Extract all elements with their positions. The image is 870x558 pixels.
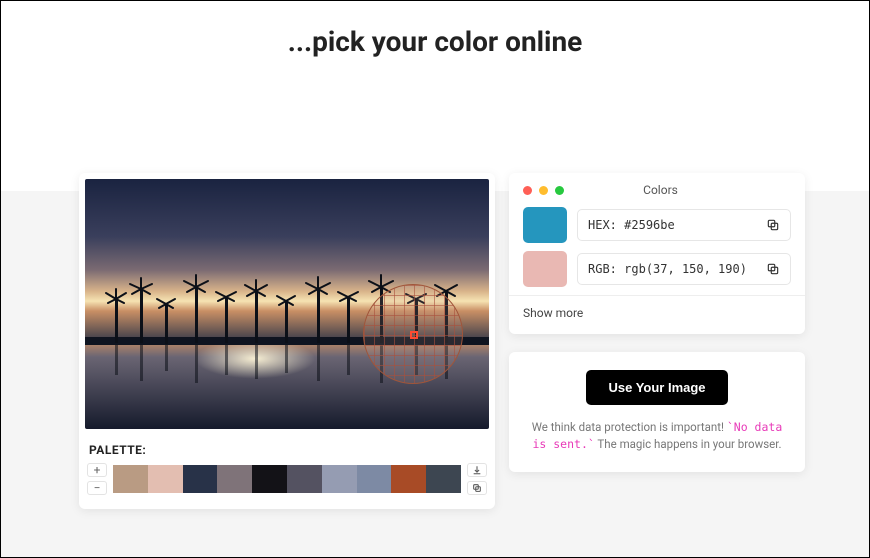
palette-swatch[interactable]: [426, 465, 461, 493]
palette-swatch[interactable]: [113, 465, 148, 493]
magnifier-loupe[interactable]: [363, 284, 463, 384]
upload-card: Use Your Image We think data protection …: [509, 352, 805, 472]
palette-remove-button[interactable]: −: [87, 481, 107, 495]
hex-code-box: HEX: #2596be: [577, 209, 791, 241]
privacy-text: We think data protection is important! `…: [523, 419, 791, 454]
page-title: ...pick your color online: [1, 25, 869, 58]
palette-swatch[interactable]: [391, 465, 426, 493]
window-dot-yellow: [539, 186, 548, 195]
palette-swatch[interactable]: [357, 465, 392, 493]
show-more-link[interactable]: Show more: [523, 306, 791, 320]
download-icon: [472, 465, 482, 475]
rgb-code-box: RGB: rgb(37, 150, 190): [577, 253, 791, 285]
palette-label: PALETTE:: [89, 443, 489, 457]
copy-icon: [472, 483, 482, 493]
copy-rgb-button[interactable]: [766, 262, 780, 276]
copy-icon: [766, 262, 780, 276]
rgb-color-preview: [523, 251, 567, 287]
copy-hex-button[interactable]: [766, 218, 780, 232]
rgb-code-text: RGB: rgb(37, 150, 190): [588, 262, 747, 276]
palette-swatch[interactable]: [217, 465, 252, 493]
palette-swatch[interactable]: [148, 465, 183, 493]
palette-copy-button[interactable]: [467, 481, 487, 495]
image-preview[interactable]: [85, 179, 489, 429]
copy-icon: [766, 218, 780, 232]
window-dot-green: [555, 186, 564, 195]
palette-swatch[interactable]: [183, 465, 218, 493]
divider: [509, 295, 805, 296]
palette-swatch[interactable]: [252, 465, 287, 493]
window-dot-red: [523, 186, 532, 195]
palette-swatch[interactable]: [322, 465, 357, 493]
palette-swatch[interactable]: [287, 465, 322, 493]
colors-card: Colors HEX: #2596be RGB: rgb(37, 150, 19…: [509, 173, 805, 334]
palette-download-button[interactable]: [467, 463, 487, 477]
palette-add-button[interactable]: +: [87, 463, 107, 477]
palette-swatches: [113, 465, 461, 493]
window-dots: [523, 186, 564, 195]
magnifier-cursor: [410, 331, 418, 339]
use-your-image-button[interactable]: Use Your Image: [586, 370, 727, 405]
image-card: PALETTE: + −: [79, 173, 495, 509]
hex-code-text: HEX: #2596be: [588, 218, 675, 232]
hex-color-preview: [523, 207, 567, 243]
colors-title: Colors: [564, 183, 757, 197]
